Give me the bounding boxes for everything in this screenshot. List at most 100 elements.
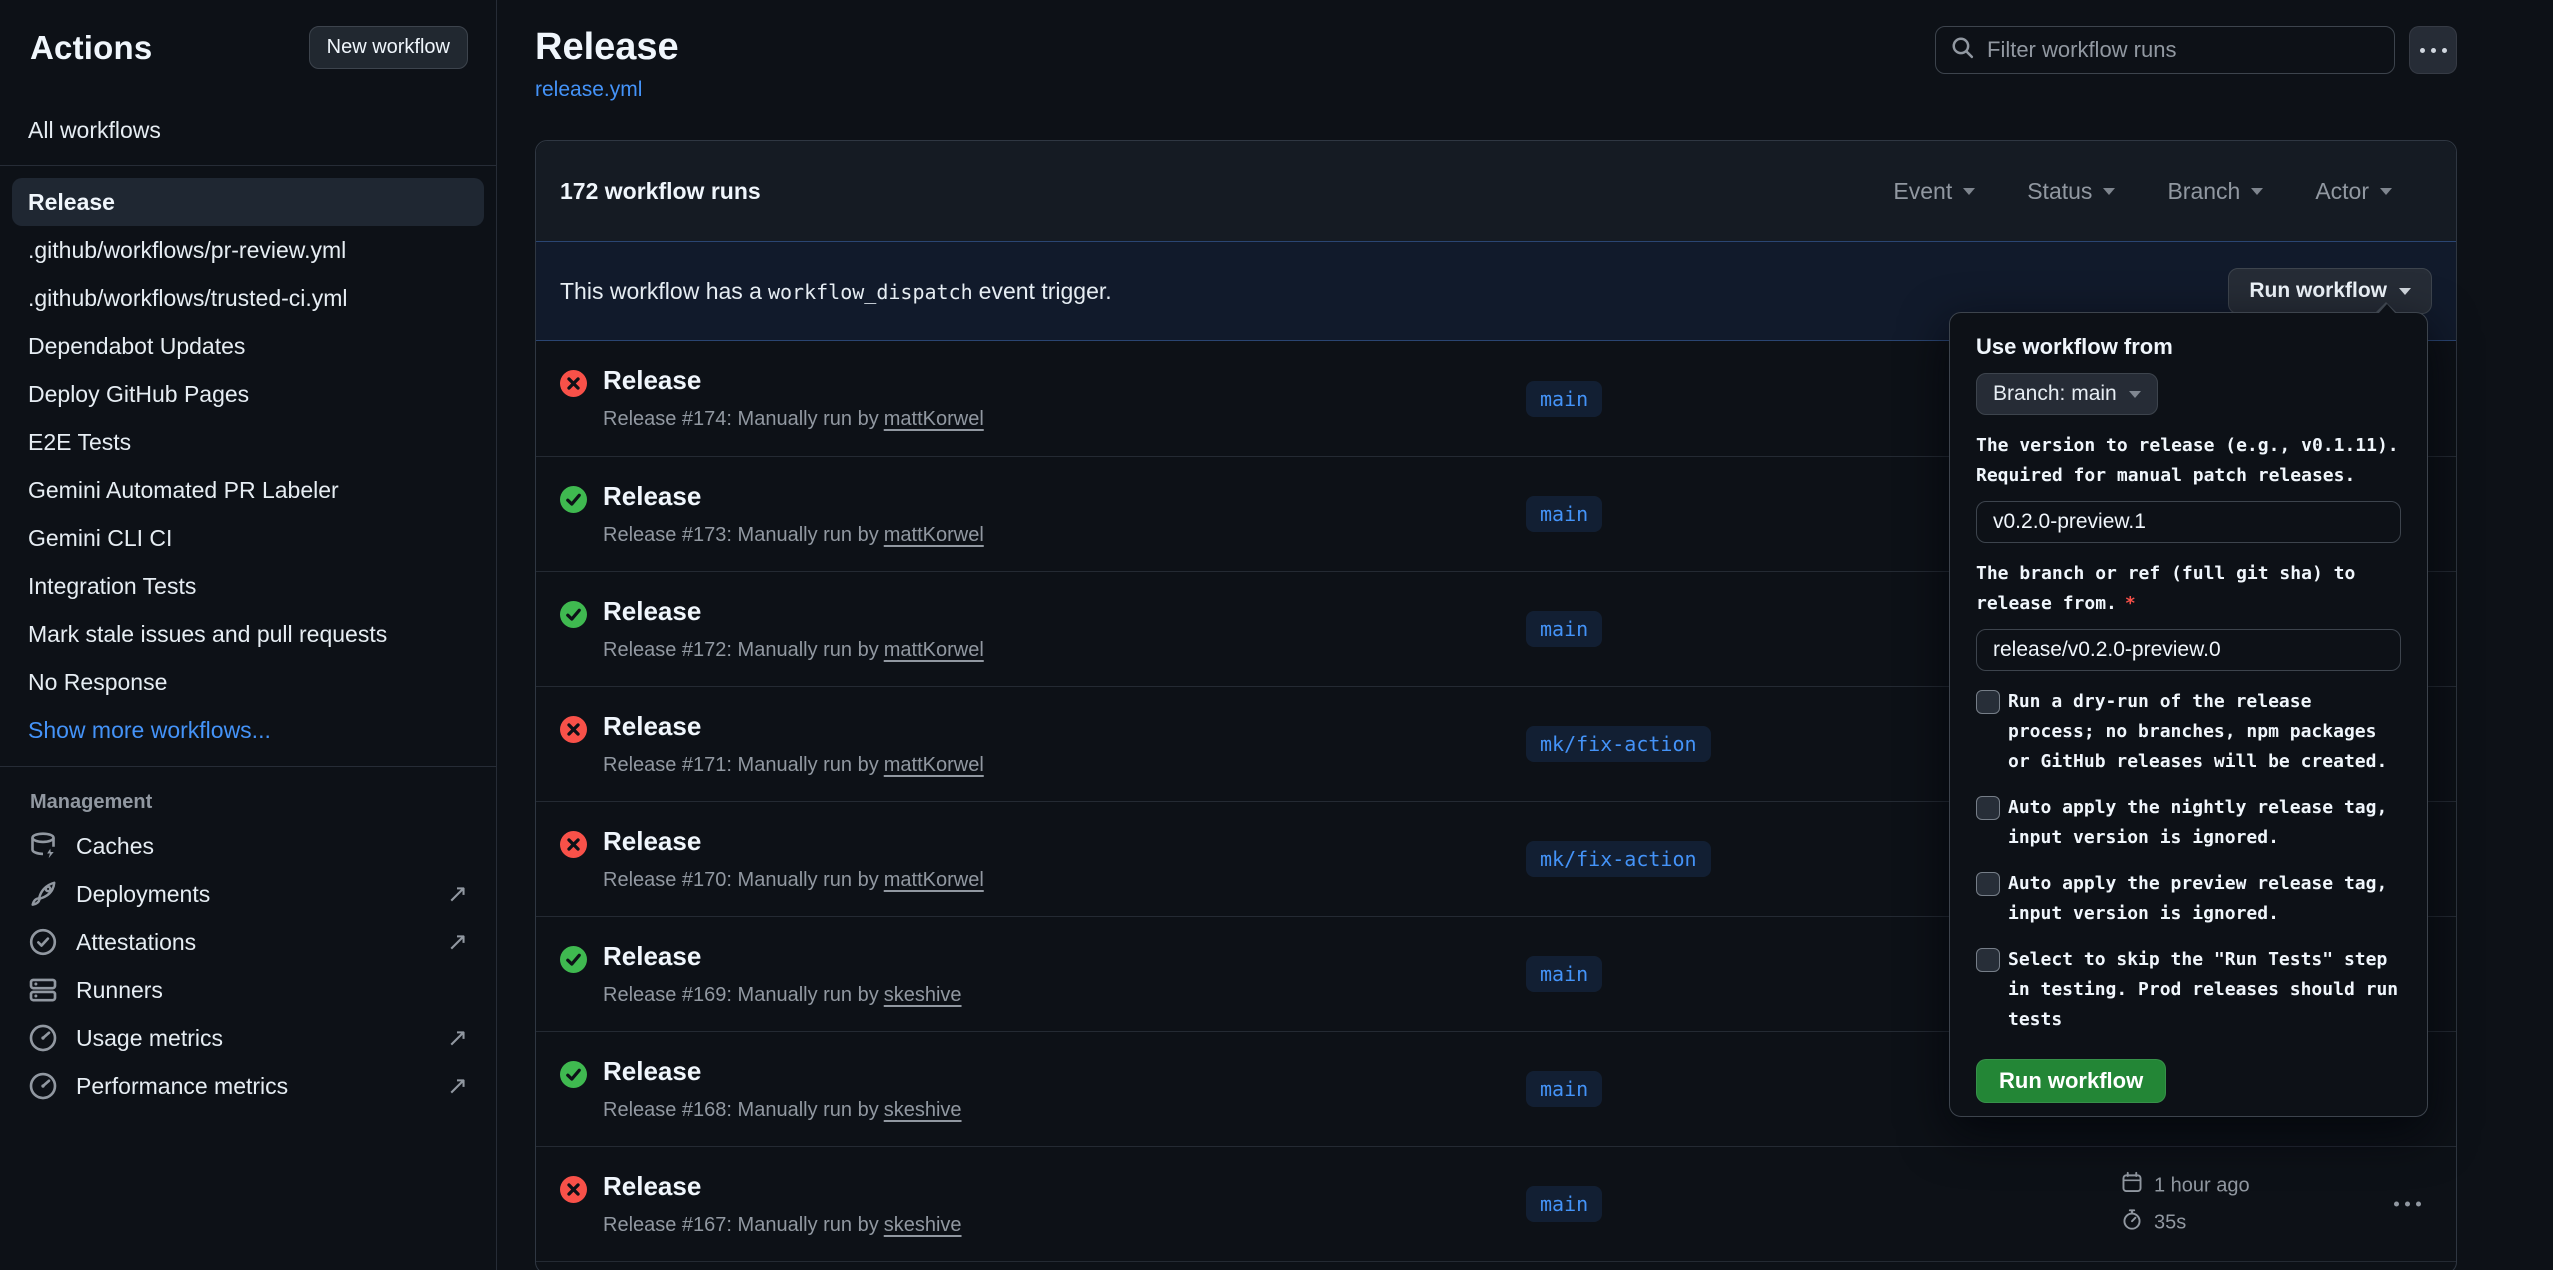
run-actor-link[interactable]: skeshive: [884, 1099, 962, 1121]
checkbox[interactable]: [1976, 690, 2000, 714]
run-title-link[interactable]: Release: [603, 826, 701, 857]
verified-icon: [28, 927, 58, 957]
run-title-link[interactable]: Release: [603, 481, 701, 512]
run-title-link[interactable]: Release: [603, 941, 701, 972]
filter-branch-dropdown[interactable]: Branch: [2167, 178, 2263, 205]
stopwatch-icon: [2121, 1209, 2143, 1237]
sidebar-item-integration-tests[interactable]: Integration Tests: [12, 562, 484, 610]
sidebar-item-dependabot-updates[interactable]: Dependabot Updates: [12, 322, 484, 370]
arrow-up-right-icon: ↗: [447, 879, 468, 909]
checkbox[interactable]: [1976, 796, 2000, 820]
branch-badge[interactable]: main: [1526, 1071, 1602, 1107]
sidebar-item-github-workflows-trusted-ci-yml[interactable]: .github/workflows/trusted-ci.yml: [12, 274, 484, 322]
sidebar-item-e2e-tests[interactable]: E2E Tests: [12, 418, 484, 466]
workflow-file-link[interactable]: release.yml: [535, 78, 642, 102]
next-run-row-partial: [536, 1261, 2456, 1270]
run-description: Release #173: Manually run bymattKorwel: [603, 524, 984, 547]
run-description: Release #169: Manually run byskeshive: [603, 984, 962, 1007]
branch-badge[interactable]: main: [1526, 611, 1602, 647]
run-workflow-dropdown-button[interactable]: Run workflow: [2228, 268, 2432, 314]
sidebar-item-attestations[interactable]: Attestations ↗: [0, 918, 496, 966]
management-nav: CachesDeployments↗Attestations↗RunnersUs…: [0, 822, 496, 1110]
filter-actor-dropdown[interactable]: Actor: [2315, 178, 2392, 205]
run-description: Release #170: Manually run bymattKorwel: [603, 869, 984, 892]
management-heading: Management: [0, 779, 496, 822]
sidebar-item-runners[interactable]: Runners: [0, 966, 496, 1014]
calendar-icon: [2121, 1172, 2143, 1200]
run-title-link[interactable]: Release: [603, 365, 701, 396]
runs-count: 172 workflow runs: [560, 178, 761, 205]
popup-checkbox-row[interactable]: Run a dry-run of the release process; no…: [1976, 687, 2401, 777]
run-actor-link[interactable]: mattKorwel: [884, 869, 984, 891]
sidebar-item-gemini-cli-ci[interactable]: Gemini CLI CI: [12, 514, 484, 562]
check-circle-icon: [560, 1061, 587, 1088]
main-header: Release release.yml: [535, 26, 2457, 102]
branch-badge[interactable]: main: [1526, 496, 1602, 532]
branch-badge[interactable]: main: [1526, 956, 1602, 992]
run-title-link[interactable]: Release: [603, 711, 701, 742]
arrow-up-right-icon: ↗: [447, 1023, 468, 1053]
run-title-link[interactable]: Release: [603, 1171, 701, 1202]
filter-runs-input[interactable]: [1987, 37, 2380, 63]
sidebar-item-all-workflows[interactable]: All workflows: [12, 107, 484, 153]
run-actor-link[interactable]: mattKorwel: [884, 524, 984, 546]
sidebar-item-deployments[interactable]: Deployments↗: [0, 870, 496, 918]
banner-text: This workflow has aworkflow_dispatcheven…: [560, 278, 1112, 305]
sidebar-title: Actions: [30, 29, 152, 67]
caret-down-icon: [2129, 391, 2141, 398]
sidebar-item-gemini-automated-pr-labeler[interactable]: Gemini Automated PR Labeler: [12, 466, 484, 514]
sidebar-item-no-response[interactable]: No Response: [12, 658, 484, 706]
run-actor-link[interactable]: skeshive: [884, 984, 962, 1006]
runs-list-header: 172 workflow runs Event Status Branch Actor: [536, 141, 2456, 241]
run-description: Release #167: Manually run byskeshive: [603, 1214, 962, 1237]
sidebar-item-release[interactable]: Release: [12, 178, 484, 226]
branch-badge[interactable]: main: [1526, 381, 1602, 417]
sidebar-item-deploy-github-pages[interactable]: Deploy GitHub Pages: [12, 370, 484, 418]
arrow-up-right-icon: ↗: [447, 927, 468, 957]
run-actor-link[interactable]: mattKorwel: [884, 754, 984, 776]
new-workflow-button[interactable]: New workflow: [309, 26, 468, 69]
sidebar-item-caches[interactable]: Caches: [0, 822, 496, 870]
checkbox-label: Select to skip the "Run Tests" step in t…: [2008, 945, 2401, 1035]
run-actor-link[interactable]: mattKorwel: [884, 408, 984, 430]
run-meta: 1 hour ago 35s: [2121, 1172, 2250, 1237]
sidebar-item-label: Usage metrics: [76, 1025, 223, 1052]
ref-input[interactable]: [1976, 629, 2401, 671]
meter-icon: [28, 1071, 58, 1101]
header-actions: [1935, 26, 2457, 74]
sidebar-item-label: Attestations: [76, 929, 196, 956]
branch-badge[interactable]: mk/fix-action: [1526, 726, 1711, 762]
sidebar-divider: [0, 766, 496, 767]
run-actor-link[interactable]: skeshive: [884, 1214, 962, 1236]
workflow-options-kebab-button[interactable]: [2409, 26, 2457, 74]
checkbox[interactable]: [1976, 948, 2000, 972]
branch-select-button[interactable]: Branch: main: [1976, 373, 2158, 415]
popup-checkbox-row[interactable]: Select to skip the "Run Tests" step in t…: [1976, 945, 2401, 1035]
run-actor-link[interactable]: mattKorwel: [884, 639, 984, 661]
branch-badge[interactable]: mk/fix-action: [1526, 841, 1711, 877]
checkbox[interactable]: [1976, 872, 2000, 896]
run-title-link[interactable]: Release: [603, 596, 701, 627]
filter-runs-searchbox[interactable]: [1935, 26, 2395, 74]
popup-checkbox-row[interactable]: Auto apply the preview release tag, inpu…: [1976, 869, 2401, 929]
run-kebab-button[interactable]: [2386, 1194, 2429, 1215]
x-circle-icon: [560, 1176, 587, 1203]
sidebar-item-github-workflows-pr-review-yml[interactable]: .github/workflows/pr-review.yml: [12, 226, 484, 274]
filter-status-dropdown[interactable]: Status: [2027, 178, 2115, 205]
filter-event-dropdown[interactable]: Event: [1893, 178, 1975, 205]
sidebar-item-usage-metrics[interactable]: Usage metrics ↗: [0, 1014, 496, 1062]
show-more-workflows-link[interactable]: Show more workflows...: [12, 706, 484, 754]
sidebar-divider: [0, 165, 496, 166]
ref-field-label: The branch or ref (full git sha) to rele…: [1976, 559, 2401, 619]
popup-checkbox-row[interactable]: Auto apply the nightly release tag, inpu…: [1976, 793, 2401, 853]
x-circle-icon: [560, 370, 587, 397]
checkbox-label: Auto apply the nightly release tag, inpu…: [2008, 793, 2401, 853]
run-title-link[interactable]: Release: [603, 1056, 701, 1087]
caret-down-icon: [2399, 288, 2411, 295]
run-workflow-submit-button[interactable]: Run workflow: [1976, 1059, 2166, 1103]
run-description: Release #174: Manually run bymattKorwel: [603, 408, 984, 431]
sidebar-item-mark-stale-issues-and-pull-requests[interactable]: Mark stale issues and pull requests: [12, 610, 484, 658]
version-input[interactable]: [1976, 501, 2401, 543]
sidebar-item-performance-metrics[interactable]: Performance metrics↗: [0, 1062, 496, 1110]
branch-badge[interactable]: main: [1526, 1186, 1602, 1222]
